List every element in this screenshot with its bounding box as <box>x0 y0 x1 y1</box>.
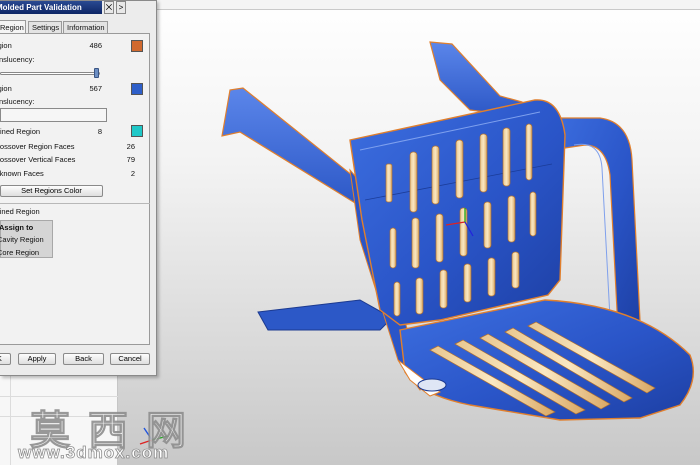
expand-arrow-icon[interactable]: > <box>116 1 126 14</box>
tab-information[interactable]: Information <box>63 21 108 33</box>
crossover-vertical-faces-label: Crossover Vertical Faces <box>0 155 76 164</box>
core-region-option[interactable]: Core Region <box>0 248 54 258</box>
tab-settings[interactable]: Settings <box>28 21 62 33</box>
set-regions-color-button[interactable]: Set Regions Color <box>0 185 103 197</box>
translucency-1-row: Translucency: <box>0 55 150 65</box>
chair-leg-front-left <box>257 299 393 331</box>
unknown-faces-row: Unknown Faces 2 <box>0 169 150 179</box>
dialog-title: Molded Part Validation <box>0 3 82 12</box>
tab-region[interactable]: Region <box>0 20 26 33</box>
crossover-vertical-faces-row: Crossover Vertical Faces 79 <box>0 155 150 165</box>
molded-part-validation-dialog: Molded Part Validation ⨉ > Region Settin… <box>0 0 157 376</box>
crossover-region-faces-label: Crossover Region Faces <box>0 142 75 151</box>
translucency-2-label: Translucency: <box>0 97 35 106</box>
translucency-1-slider-thumb[interactable] <box>94 68 99 78</box>
chair-leg-back-right <box>429 41 523 117</box>
undefined-region-label: Undefined Region <box>0 127 41 136</box>
core-region-label: Core Region <box>0 248 40 257</box>
section-divider <box>0 203 150 204</box>
cancel-button[interactable]: Cancel <box>110 353 150 365</box>
translucency-1-label: Translucency: <box>0 55 35 64</box>
region-2-label: Region <box>0 84 12 93</box>
unknown-faces-count: 2 <box>130 169 135 178</box>
crossover-region-faces-row: Crossover Region Faces 26 <box>0 142 150 152</box>
translucency-2-slider[interactable] <box>0 108 107 122</box>
watermark-logo-text: 莫西网 <box>30 407 204 455</box>
region-1-label: Region <box>0 41 12 50</box>
close-icon[interactable]: ⨉ <box>104 1 114 14</box>
chair-leg-back-left <box>221 87 371 207</box>
defined-region-row: Defined Region <box>0 207 150 217</box>
dialog-title-bar[interactable]: Molded Part Validation <box>0 1 102 14</box>
region-1-count: 486 <box>89 41 102 50</box>
assign-to-title: Assign to <box>0 223 34 232</box>
region-row-2: Region 567 <box>0 84 150 94</box>
region-1-color-swatch[interactable] <box>131 40 143 52</box>
translucency-2-row: Translucency: <box>0 97 150 107</box>
armrest-right-inner <box>573 143 611 319</box>
cavity-region-label: Cavity Region <box>0 235 44 244</box>
unknown-faces-label: Unknown Faces <box>0 169 44 178</box>
undefined-region-color-swatch[interactable] <box>131 125 143 137</box>
ok-button[interactable]: OK <box>0 353 11 365</box>
undefined-region-row: Undefined Region 8 <box>0 127 150 137</box>
crossover-region-faces-count: 26 <box>126 142 135 151</box>
defined-region-label: Defined Region <box>0 207 40 216</box>
region-2-count: 567 <box>89 84 102 93</box>
translucency-1-slider[interactable] <box>0 72 100 75</box>
assign-to-group: Assign to Cavity Region Core Region <box>0 220 53 258</box>
apply-button[interactable]: Apply <box>18 353 56 365</box>
assign-to-title-row: Assign to <box>0 223 54 233</box>
cavity-region-option[interactable]: Cavity Region <box>0 235 54 245</box>
region-2-color-swatch[interactable] <box>131 83 143 95</box>
crossover-vertical-faces-count: 79 <box>126 155 135 164</box>
back-button[interactable]: Back <box>63 353 104 365</box>
watermark-url: www.3dmox.com <box>18 443 170 463</box>
undefined-region-count: 8 <box>97 127 102 136</box>
region-row-1: Region 486 <box>0 41 150 51</box>
